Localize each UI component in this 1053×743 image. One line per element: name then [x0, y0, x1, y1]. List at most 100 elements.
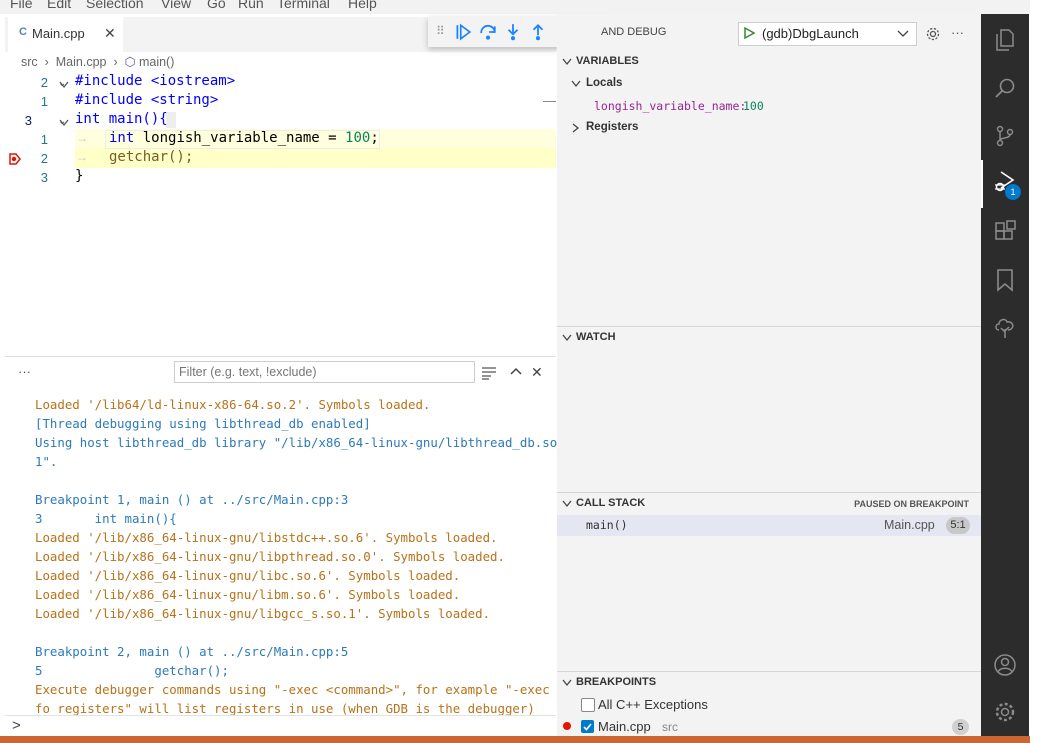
breakpoint-line-badge: 5 [952, 719, 969, 735]
registers-scope[interactable]: Registers [586, 121, 638, 133]
console-output-line: Using host libthread_db library "/lib/x8… [35, 435, 565, 450]
check-icon [583, 723, 592, 731]
indent-arrow: → [76, 150, 88, 164]
menu-help[interactable]: Help [348, 0, 377, 11]
menu-run[interactable]: Run [238, 0, 264, 11]
continue-icon[interactable] [454, 23, 472, 41]
watch-section-header[interactable]: WATCH [557, 326, 981, 349]
drag-handle-icon[interactable]: ⠿ [436, 24, 445, 38]
sidebar-title: AND DEBUG [601, 26, 667, 38]
console-filter-input[interactable] [174, 361, 475, 383]
more-actions-icon[interactable]: ··· [18, 364, 31, 379]
console-output-line: Loaded '/lib/x86_64-linux-gnu/libgcc_s.s… [35, 606, 491, 621]
breadcrumb-file[interactable]: Main.cpp [56, 55, 107, 69]
line-number: 1 [40, 132, 48, 147]
stack-frame-position: 5:1 [946, 517, 970, 534]
code-line[interactable]: int longish_variable_name = 100; [109, 130, 379, 146]
chevron-right-icon[interactable] [572, 123, 580, 133]
console-output-line: Breakpoint 2, main () at ../src/Main.cpp… [35, 644, 349, 659]
console-output-line: Loaded '/lib/x86_64-linux-gnu/libm.so.6'… [35, 587, 461, 602]
exceptions-checkbox[interactable] [581, 698, 595, 712]
chevron-down-icon[interactable] [58, 118, 70, 128]
variable-value[interactable]: 100 [743, 99, 764, 113]
settings-gear-icon[interactable] [981, 688, 1029, 736]
breakpoint-file[interactable]: Main.cpp [598, 719, 651, 734]
word-wrap-icon[interactable] [481, 366, 497, 380]
account-icon[interactable] [981, 641, 1029, 689]
console-prompt[interactable]: > [12, 717, 21, 734]
menu-file[interactable]: File [10, 0, 33, 11]
variable-name[interactable]: longish_variable_name: [594, 99, 746, 113]
status-bar [0, 736, 1030, 743]
stack-frame-row[interactable]: main() Main.cpp 5:1 [557, 515, 981, 536]
console-output-line: 1". [35, 454, 58, 469]
chevron-up-icon[interactable] [509, 366, 523, 378]
more-actions-icon[interactable]: ··· [951, 25, 964, 40]
locals-scope[interactable]: Locals [586, 77, 622, 89]
variables-section-header[interactable]: VARIABLES [557, 51, 981, 73]
scrollbar-marker [543, 101, 556, 102]
menu-edit[interactable]: Edit [47, 0, 71, 11]
search-icon[interactable] [981, 64, 1029, 112]
code-line[interactable]: #include <string> [75, 92, 218, 108]
stack-frame-name: main() [586, 518, 628, 532]
indent-arrow: → [76, 131, 88, 145]
explorer-icon[interactable] [981, 16, 1029, 64]
code-line[interactable]: } [75, 168, 83, 184]
close-panel-icon[interactable]: ✕ [531, 364, 543, 381]
chevron-down-icon [897, 30, 909, 37]
console-output-line: 3 int main(){ [35, 511, 177, 526]
gear-icon[interactable] [925, 26, 941, 42]
chevron-down-icon[interactable] [58, 80, 70, 90]
debug-console-panel [5, 356, 556, 737]
console-output-line: Execute debugger commands using "-exec <… [35, 682, 573, 697]
menu-go[interactable]: Go [207, 0, 226, 11]
console-output-line: fo registers" will list registers in use… [35, 701, 535, 716]
source-control-icon[interactable] [981, 112, 1029, 160]
call-stack-status: PAUSED ON BREAKPOINT [854, 499, 969, 509]
call-stack-section-header[interactable]: CALL STACK PAUSED ON BREAKPOINT [557, 492, 981, 515]
start-debug-icon[interactable] [742, 26, 756, 40]
stack-frame-file: Main.cpp [884, 518, 935, 532]
step-over-icon[interactable] [479, 23, 497, 41]
active-indicator [981, 160, 983, 208]
console-output-line: [Thread debugging using libthread_db ena… [35, 416, 371, 431]
code-line[interactable]: #include <iostream> [75, 73, 235, 89]
variables-title: VARIABLES [576, 55, 639, 67]
launch-config-select[interactable]: (gdb)DbgLaunch [738, 22, 917, 46]
tree-icon[interactable] [981, 304, 1029, 352]
all-exceptions-label: All C++ Exceptions [598, 697, 708, 712]
cube-icon: ⬡ [124, 55, 136, 69]
chevron-right-icon: › [109, 55, 122, 69]
run-debug-icon[interactable]: 1 [981, 160, 1029, 208]
breakpoint-current-icon[interactable] [9, 153, 21, 165]
bookmark-icon[interactable] [981, 256, 1029, 304]
step-out-icon[interactable] [529, 23, 547, 41]
code-line[interactable]: int main(){ [75, 111, 168, 127]
chevron-right-icon: › [41, 55, 53, 69]
code-line[interactable]: getchar(); [109, 149, 193, 165]
chevron-down-icon [562, 334, 572, 342]
chevron-down-icon [562, 58, 572, 66]
breadcrumb-src[interactable]: src [21, 55, 38, 69]
chevron-down-icon [562, 679, 572, 687]
menu-terminal[interactable]: Terminal [277, 0, 330, 11]
line-number: 2 [40, 75, 48, 90]
menu-selection[interactable]: Selection [86, 0, 144, 11]
chevron-down-icon[interactable] [571, 80, 581, 88]
step-into-icon[interactable] [504, 23, 522, 41]
console-output-line: Loaded '/lib/x86_64-linux-gnu/libstdc++.… [35, 530, 498, 545]
line-number: 2 [40, 151, 48, 166]
menu-bar: File Edit Selection View Go Run Terminal… [0, 0, 1030, 14]
breakpoint-dir: src [662, 720, 678, 734]
watch-title: WATCH [576, 331, 616, 343]
extensions-icon[interactable] [981, 208, 1029, 256]
menu-view[interactable]: View [161, 0, 191, 11]
breakpoint-checkbox[interactable] [581, 720, 594, 733]
tab-label: Main.cpp [32, 26, 85, 41]
tab-main-cpp[interactable]: C Main.cpp ✕ [8, 17, 123, 52]
close-icon[interactable]: ✕ [104, 25, 116, 42]
breadcrumb-symbol[interactable]: main() [139, 55, 174, 69]
breadcrumb: src › Main.cpp › ⬡ main() [21, 54, 174, 72]
breakpoints-section-header[interactable]: BREAKPOINTS [557, 671, 981, 694]
